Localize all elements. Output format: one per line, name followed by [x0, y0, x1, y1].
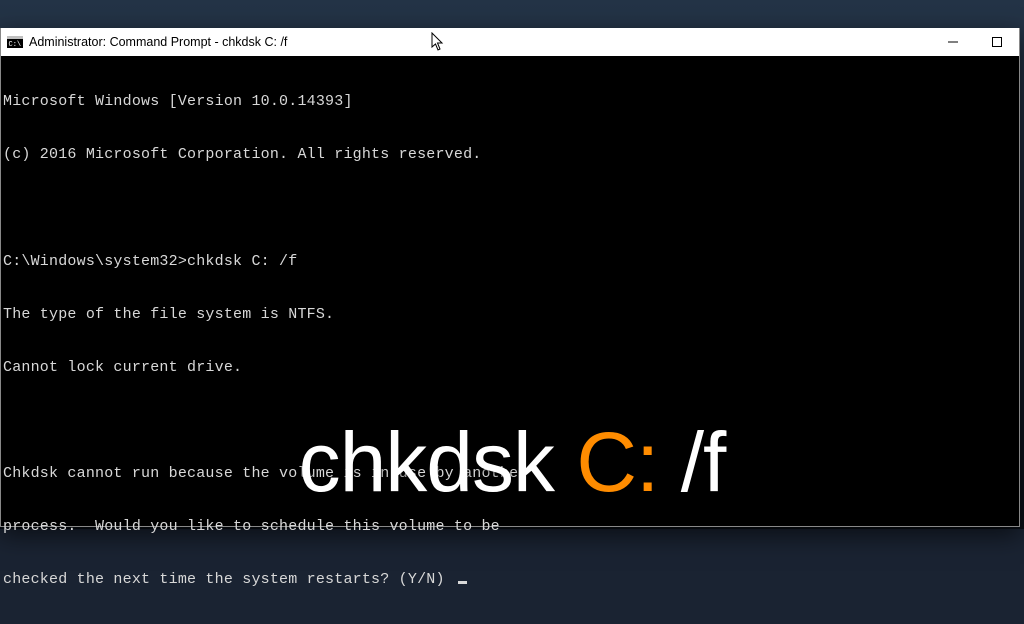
- terminal-line: Microsoft Windows [Version 10.0.14393]: [3, 93, 1017, 111]
- window-controls: [931, 28, 1019, 56]
- cmd-icon: C:\: [7, 34, 23, 50]
- terminal-line: (c) 2016 Microsoft Corporation. All righ…: [3, 146, 1017, 164]
- terminal-blank-line: [3, 412, 1017, 430]
- mouse-cursor-icon: [431, 32, 445, 52]
- terminal-line: Chkdsk cannot run because the volume is …: [3, 465, 1017, 483]
- window-titlebar[interactable]: C:\ Administrator: Command Prompt - chkd…: [1, 28, 1019, 56]
- maximize-button[interactable]: [975, 28, 1019, 56]
- terminal-prompt-line: C:\Windows\system32>chkdsk C: /f: [3, 253, 1017, 271]
- minimize-button[interactable]: [931, 28, 975, 56]
- terminal-line-with-cursor: checked the next time the system restart…: [3, 571, 1017, 589]
- terminal-line: The type of the file system is NTFS.: [3, 306, 1017, 324]
- svg-text:C:\: C:\: [9, 41, 22, 49]
- terminal-text: checked the next time the system restart…: [3, 571, 454, 588]
- command-prompt-window: C:\ Administrator: Command Prompt - chkd…: [0, 28, 1020, 527]
- terminal-line: process. Would you like to schedule this…: [3, 518, 1017, 536]
- terminal-blank-line: [3, 200, 1017, 218]
- text-cursor-icon: [458, 581, 467, 584]
- terminal-output[interactable]: Microsoft Windows [Version 10.0.14393] (…: [1, 56, 1019, 526]
- window-title: Administrator: Command Prompt - chkdsk C…: [29, 35, 287, 49]
- terminal-line: Cannot lock current drive.: [3, 359, 1017, 377]
